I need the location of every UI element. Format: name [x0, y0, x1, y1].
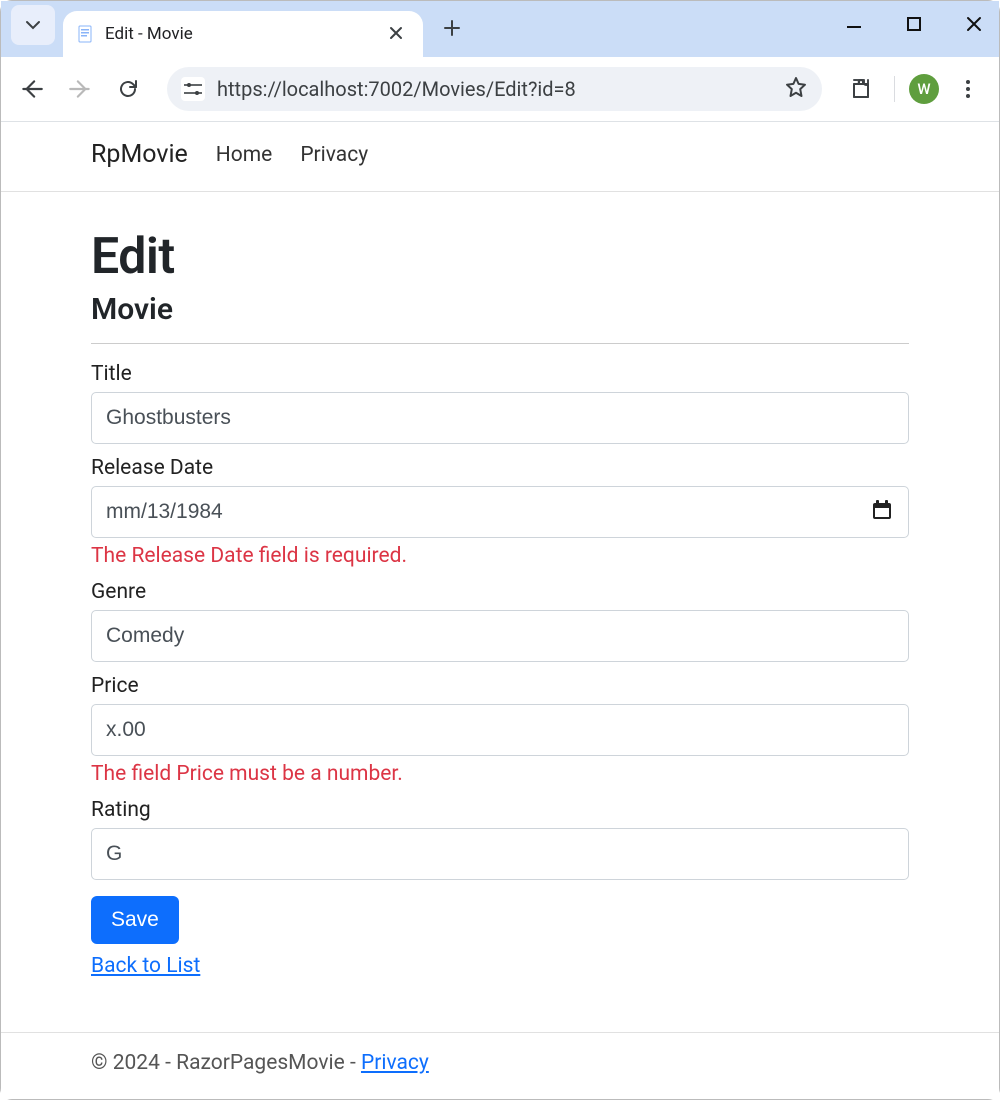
- input-genre[interactable]: [91, 610, 909, 662]
- close-icon: [966, 16, 982, 32]
- arrow-right-icon: [67, 76, 93, 102]
- calendar-icon: [871, 499, 893, 521]
- new-tab-button[interactable]: [423, 15, 481, 43]
- plus-icon: [443, 19, 461, 37]
- error-release-date: The Release Date field is required.: [91, 544, 909, 568]
- label-rating: Rating: [91, 798, 909, 822]
- browser-tab[interactable]: Edit - Movie: [63, 11, 423, 57]
- site-info-button[interactable]: [181, 77, 205, 101]
- field-group-genre: Genre: [91, 580, 909, 662]
- arrow-left-icon: [19, 76, 45, 102]
- main-content: Edit Movie Title Release Date The Releas…: [1, 192, 999, 978]
- window-minimize-button[interactable]: [839, 9, 869, 39]
- tab-search-button[interactable]: [11, 5, 55, 45]
- reload-icon: [116, 77, 140, 101]
- input-rating[interactable]: [91, 828, 909, 880]
- footer-text: © 2024 - RazorPagesMovie -: [91, 1051, 361, 1075]
- maximize-icon: [907, 17, 921, 31]
- field-group-rating: Rating: [91, 798, 909, 880]
- page-favicon-icon: [77, 25, 95, 43]
- page-subheading: Movie: [91, 292, 909, 327]
- star-icon: [784, 75, 808, 99]
- input-price[interactable]: [91, 704, 909, 756]
- nav-back-button[interactable]: [13, 70, 51, 108]
- nav-forward-button[interactable]: [61, 70, 99, 108]
- page-heading: Edit: [91, 228, 909, 286]
- window-controls: [839, 9, 989, 39]
- nav-link-home[interactable]: Home: [216, 143, 273, 167]
- toolbar-separator: [894, 76, 895, 102]
- back-to-list-link[interactable]: Back to List: [91, 954, 200, 978]
- divider: [91, 343, 909, 344]
- puzzle-icon: [849, 77, 873, 101]
- bookmark-button[interactable]: [784, 75, 808, 104]
- site-navbar: RpMovie Home Privacy: [1, 122, 999, 192]
- field-group-title: Title: [91, 362, 909, 444]
- nav-link-privacy[interactable]: Privacy: [300, 143, 368, 167]
- profile-avatar[interactable]: W: [909, 74, 939, 104]
- browser-toolbar: https://localhost:7002/Movies/Edit?id=8 …: [1, 57, 999, 121]
- label-price: Price: [91, 674, 909, 698]
- window-close-button[interactable]: [959, 9, 989, 39]
- avatar-initial: W: [917, 80, 930, 98]
- tab-close-button[interactable]: [383, 22, 409, 47]
- reload-button[interactable]: [109, 70, 147, 108]
- extensions-button[interactable]: [842, 70, 880, 108]
- footer-privacy-link[interactable]: Privacy: [361, 1051, 429, 1075]
- field-group-price: Price The field Price must be a number.: [91, 674, 909, 786]
- tab-title: Edit - Movie: [105, 24, 373, 44]
- error-price: The field Price must be a number.: [91, 762, 909, 786]
- site-footer: © 2024 - RazorPagesMovie - Privacy: [1, 1032, 999, 1099]
- kebab-icon: [958, 79, 978, 99]
- chevron-down-icon: [25, 17, 41, 33]
- label-title: Title: [91, 362, 909, 386]
- input-release-date[interactable]: [91, 486, 909, 538]
- brand-link[interactable]: RpMovie: [91, 140, 188, 169]
- label-release-date: Release Date: [91, 456, 909, 480]
- close-icon: [389, 26, 403, 40]
- browser-tab-strip: Edit - Movie: [1, 1, 999, 57]
- tune-icon: [184, 82, 202, 96]
- minimize-icon: [846, 16, 862, 32]
- field-group-release-date: Release Date The Release Date field is r…: [91, 456, 909, 568]
- save-button[interactable]: Save: [91, 896, 179, 944]
- calendar-picker-button[interactable]: [871, 499, 893, 525]
- input-title[interactable]: [91, 392, 909, 444]
- url-text: https://localhost:7002/Movies/Edit?id=8: [217, 77, 772, 101]
- browser-menu-button[interactable]: [949, 70, 987, 108]
- window-maximize-button[interactable]: [899, 9, 929, 39]
- label-genre: Genre: [91, 580, 909, 604]
- address-bar[interactable]: https://localhost:7002/Movies/Edit?id=8: [167, 67, 822, 111]
